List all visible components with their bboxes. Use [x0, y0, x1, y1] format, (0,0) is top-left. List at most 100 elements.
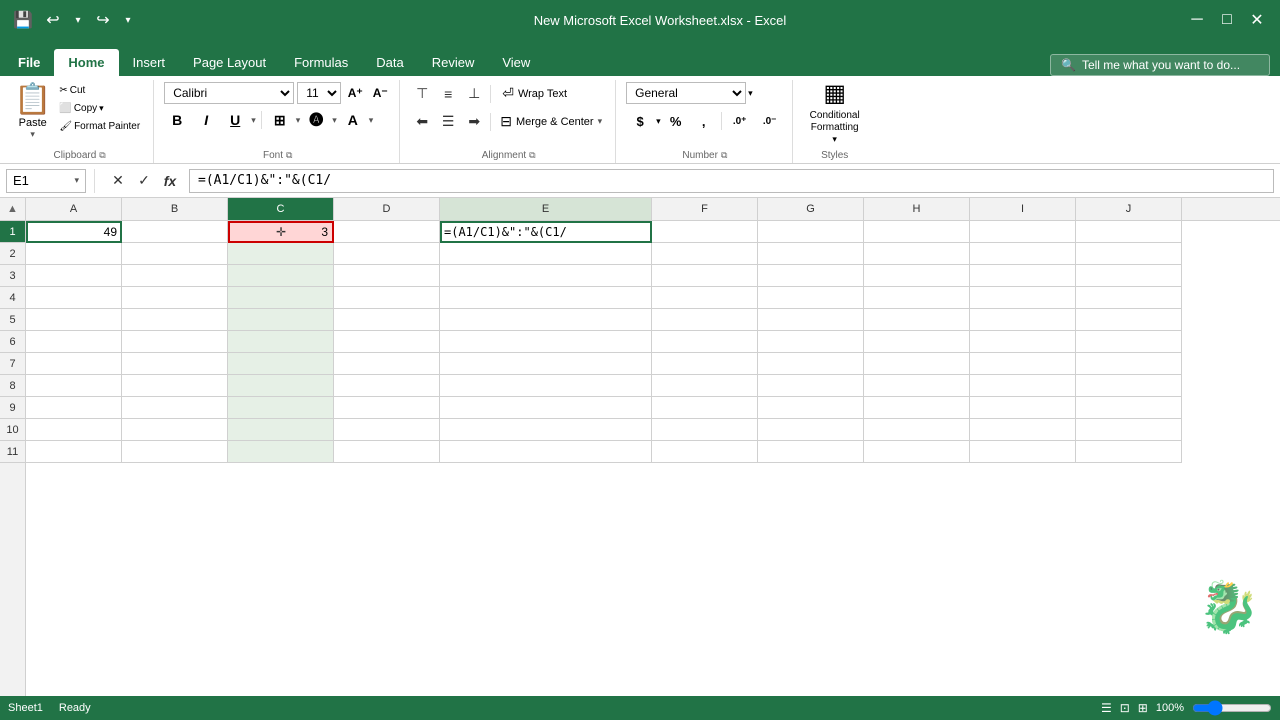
cell-J1[interactable] [1076, 221, 1182, 243]
cell-G3[interactable] [758, 265, 864, 287]
page-break-view-button[interactable]: ⊞ [1138, 701, 1148, 715]
undo-dropdown[interactable]: ▾ [70, 7, 86, 33]
row-num-4[interactable]: 4 [0, 287, 25, 309]
cell-C6[interactable] [228, 331, 334, 353]
cell-A6[interactable] [26, 331, 122, 353]
cell-G7[interactable] [758, 353, 864, 375]
cell-D11[interactable] [334, 441, 440, 463]
cell-I4[interactable] [970, 287, 1076, 309]
cell-C3[interactable] [228, 265, 334, 287]
cell-H11[interactable] [864, 441, 970, 463]
cell-G6[interactable] [758, 331, 864, 353]
increase-decimal-button[interactable]: .0⁺ [726, 110, 754, 132]
cell-E3[interactable] [440, 265, 652, 287]
cell-I3[interactable] [970, 265, 1076, 287]
cell-I8[interactable] [970, 375, 1076, 397]
save-button[interactable]: 💾 [10, 7, 36, 33]
clipboard-expand-icon[interactable]: ⧉ [99, 150, 105, 161]
tab-page-layout[interactable]: Page Layout [179, 49, 280, 76]
cell-J7[interactable] [1076, 353, 1182, 375]
cell-H10[interactable] [864, 419, 970, 441]
col-header-I[interactable]: I [970, 198, 1076, 220]
cell-D1[interactable] [334, 221, 440, 243]
tell-me-box[interactable]: 🔍 Tell me what you want to do... [1050, 54, 1270, 76]
cell-G11[interactable] [758, 441, 864, 463]
cell-D2[interactable] [334, 243, 440, 265]
cell-J11[interactable] [1076, 441, 1182, 463]
align-center-button[interactable]: ☰ [436, 111, 460, 133]
cell-F6[interactable] [652, 331, 758, 353]
col-header-C[interactable]: C [228, 198, 334, 220]
cell-C8[interactable] [228, 375, 334, 397]
cell-C10[interactable] [228, 419, 334, 441]
cell-F4[interactable] [652, 287, 758, 309]
cell-J2[interactable] [1076, 243, 1182, 265]
cell-G9[interactable] [758, 397, 864, 419]
cell-C2[interactable] [228, 243, 334, 265]
number-format-select[interactable]: General [626, 82, 746, 104]
increase-font-button[interactable]: A⁺ [344, 82, 366, 104]
tab-home[interactable]: Home [54, 49, 118, 76]
formula-input[interactable] [189, 169, 1274, 193]
percent-button[interactable]: % [663, 110, 689, 132]
cell-B1[interactable] [122, 221, 228, 243]
cell-E8[interactable] [440, 375, 652, 397]
cell-A1[interactable]: 49 [26, 221, 122, 243]
row-num-1[interactable]: 1 [0, 221, 25, 243]
tab-file[interactable]: File [4, 49, 54, 76]
cell-I5[interactable] [970, 309, 1076, 331]
cell-F1[interactable] [652, 221, 758, 243]
row-num-2[interactable]: 2 [0, 243, 25, 265]
row-num-3[interactable]: 3 [0, 265, 25, 287]
cell-A8[interactable] [26, 375, 122, 397]
wrap-text-button[interactable]: ⏎ Wrap Text [495, 82, 574, 105]
cell-J8[interactable] [1076, 375, 1182, 397]
paste-button[interactable]: 📋 Paste ▾ [14, 82, 51, 140]
font-color-button[interactable]: A [340, 109, 366, 131]
cut-button[interactable]: ✂ Cut [54, 82, 145, 99]
cell-I6[interactable] [970, 331, 1076, 353]
cell-E11[interactable] [440, 441, 652, 463]
cell-H4[interactable] [864, 287, 970, 309]
format-painter-button[interactable]: 🖌 Format Painter [54, 118, 145, 135]
merge-center-button[interactable]: ⊟ Merge & Center ▾ [495, 110, 607, 133]
cell-A7[interactable] [26, 353, 122, 375]
cell-A2[interactable] [26, 243, 122, 265]
tab-view[interactable]: View [488, 49, 544, 76]
font-size-select[interactable]: 11 [297, 82, 341, 104]
redo-button[interactable]: ↪ [90, 7, 116, 33]
font-name-select[interactable]: Calibri [164, 82, 294, 104]
cell-I2[interactable] [970, 243, 1076, 265]
cell-D5[interactable] [334, 309, 440, 331]
number-expand-icon[interactable]: ⧉ [721, 150, 727, 161]
cell-C5[interactable] [228, 309, 334, 331]
cell-B9[interactable] [122, 397, 228, 419]
close-button[interactable]: ✕ [1244, 7, 1270, 33]
cell-B2[interactable] [122, 243, 228, 265]
insert-function-button[interactable]: fx [159, 170, 181, 192]
row-num-9[interactable]: 9 [0, 397, 25, 419]
cell-J6[interactable] [1076, 331, 1182, 353]
cell-H9[interactable] [864, 397, 970, 419]
cell-J4[interactable] [1076, 287, 1182, 309]
font-color-dropdown[interactable]: ▾ [369, 115, 374, 126]
row-num-11[interactable]: 11 [0, 441, 25, 463]
cell-B4[interactable] [122, 287, 228, 309]
cell-F3[interactable] [652, 265, 758, 287]
cell-A5[interactable] [26, 309, 122, 331]
currency-dropdown[interactable]: ▾ [656, 116, 661, 127]
align-middle-button[interactable]: ≡ [436, 83, 460, 105]
cell-F10[interactable] [652, 419, 758, 441]
cell-D7[interactable] [334, 353, 440, 375]
decrease-decimal-button[interactable]: .0⁻ [756, 110, 784, 132]
font-expand-icon[interactable]: ⧉ [286, 150, 292, 161]
cell-B10[interactable] [122, 419, 228, 441]
cell-A10[interactable] [26, 419, 122, 441]
cell-F2[interactable] [652, 243, 758, 265]
fill-color-button[interactable]: 🅐 [303, 109, 329, 131]
cell-F11[interactable] [652, 441, 758, 463]
alignment-expand-icon[interactable]: ⧉ [529, 150, 535, 161]
cell-H6[interactable] [864, 331, 970, 353]
undo-button[interactable]: ↩ [40, 7, 66, 33]
cell-C7[interactable] [228, 353, 334, 375]
